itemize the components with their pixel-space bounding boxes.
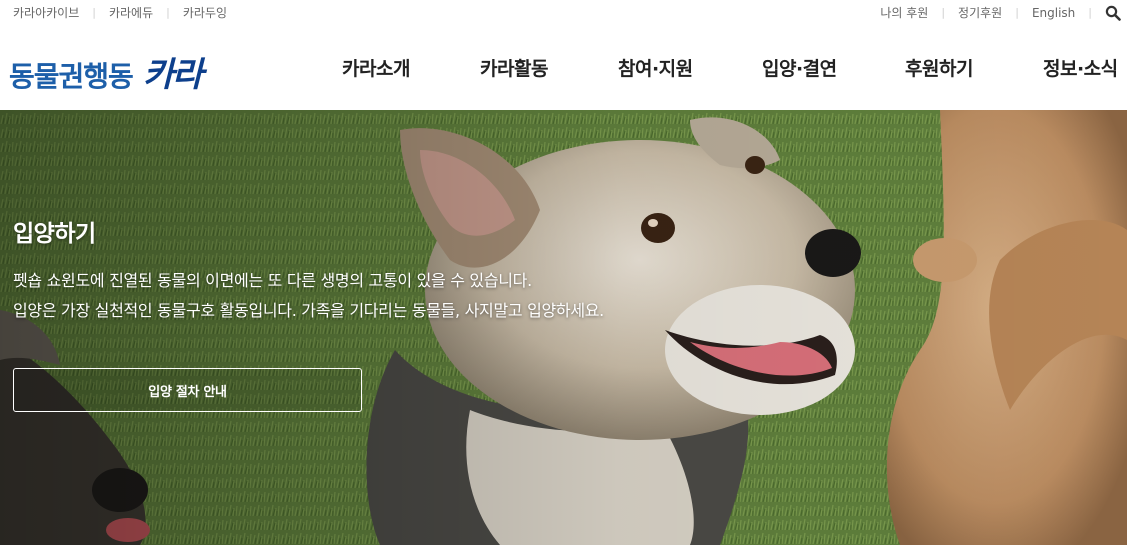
hero-photo-dogs — [0, 110, 1127, 545]
nav-item-news[interactable]: 정보·소식 — [1043, 54, 1118, 81]
util-link-doing[interactable]: 카라두잉 — [183, 4, 227, 21]
site-header: 동물권행동 카라 카라소개 카라활동 참여·지원 입양·결연 후원하기 정보·소… — [0, 26, 1127, 110]
nav-item-donate[interactable]: 후원하기 — [905, 54, 973, 81]
util-link-regular-donation[interactable]: 정기후원 — [958, 4, 1002, 21]
hero-title: 입양하기 — [13, 221, 96, 247]
util-link-edu[interactable]: 카라에듀 — [109, 4, 153, 21]
hero-description-line: 입양은 가장 실천적인 동물구호 활동입니다. 가족을 기다리는 동물들, 사지… — [13, 301, 604, 320]
util-link-archive[interactable]: 카라아카이브 — [13, 4, 79, 21]
utility-right-links: 나의 후원 | 정기후원 | English | — [880, 4, 1121, 21]
nav-item-adoption[interactable]: 입양·결연 — [762, 54, 837, 81]
divider: | — [92, 6, 96, 19]
nav-item-about[interactable]: 카라소개 — [342, 54, 410, 81]
util-link-english[interactable]: English — [1032, 6, 1075, 20]
utility-bar: 카라아카이브 | 카라에듀 | 카라두잉 나의 후원 | 정기후원 | Engl… — [0, 0, 1127, 26]
hero-description-line: 펫숍 쇼윈도에 진열된 동물의 이면에는 또 다른 생명의 고통이 있을 수 있… — [13, 271, 532, 290]
adoption-procedure-button[interactable]: 입양 절차 안내 — [13, 368, 362, 412]
divider: | — [1088, 6, 1092, 19]
nav-item-participate[interactable]: 참여·지원 — [618, 54, 693, 81]
utility-left-links: 카라아카이브 | 카라에듀 | 카라두잉 — [13, 4, 227, 21]
main-nav: 카라소개 카라활동 참여·지원 입양·결연 후원하기 정보·소식 — [0, 54, 1127, 84]
divider: | — [941, 6, 946, 19]
hero-description: 펫숍 쇼윈도에 진열된 동물의 이면에는 또 다른 생명의 고통이 있을 수 있… — [13, 266, 604, 326]
divider: | — [166, 6, 170, 19]
divider: | — [1015, 6, 1019, 19]
search-icon[interactable] — [1105, 5, 1121, 21]
nav-item-activities[interactable]: 카라활동 — [480, 54, 548, 81]
util-link-my-donation[interactable]: 나의 후원 — [880, 4, 928, 21]
hero-banner: 입양하기 펫숍 쇼윈도에 진열된 동물의 이면에는 또 다른 생명의 고통이 있… — [0, 110, 1127, 545]
